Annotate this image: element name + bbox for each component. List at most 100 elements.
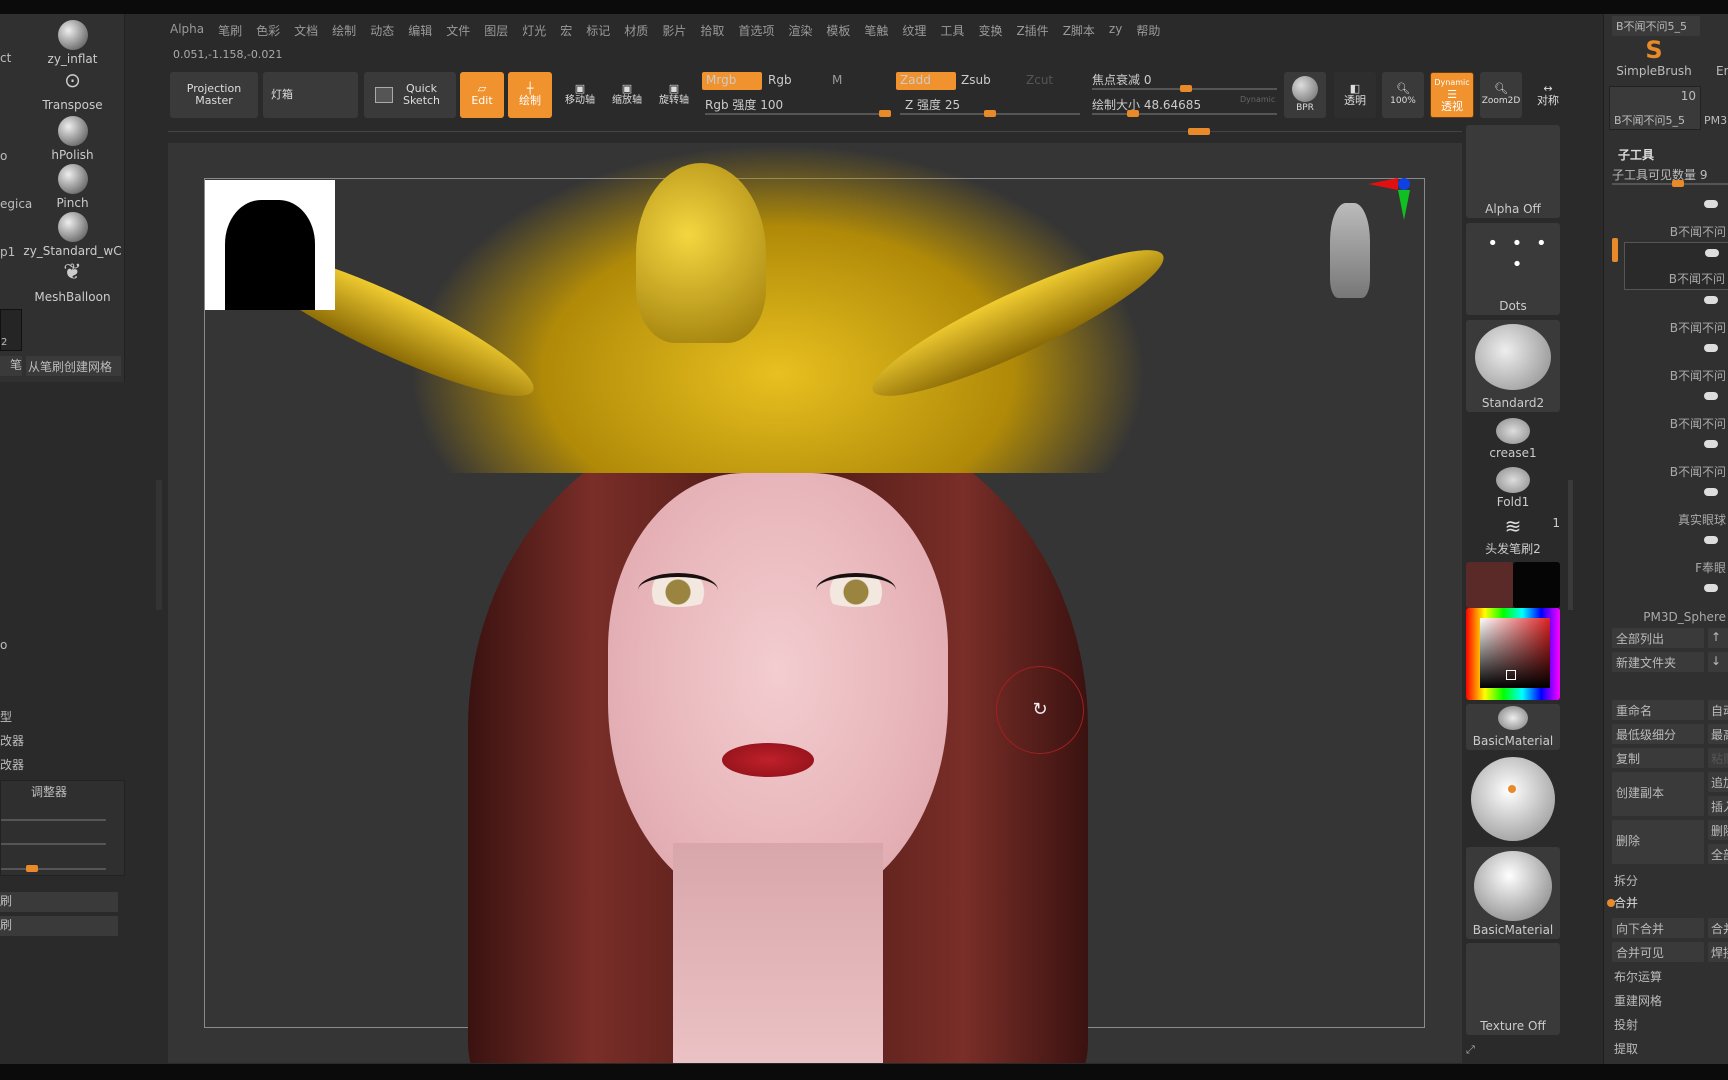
brush-hpolish[interactable]: hPolish	[10, 116, 135, 162]
rgb-intensity-slider[interactable]	[705, 110, 891, 117]
menu-item[interactable]: 拾取	[700, 22, 724, 42]
rename-button[interactable]: 重命名	[1612, 700, 1704, 720]
silhouette-navigator[interactable]	[205, 180, 335, 310]
quick-sketch-button[interactable]: Quick Sketch	[364, 72, 456, 118]
bpr-button[interactable]: BPR	[1284, 72, 1326, 118]
orientation-head-icon[interactable]	[1330, 203, 1370, 298]
menu-item[interactable]: 工具	[940, 22, 964, 42]
subtool-item[interactable]: B不闻不问	[1624, 194, 1728, 242]
extract-section[interactable]: 提取	[1614, 1040, 1638, 1057]
rotate-button[interactable]: ▣ 旋转轴	[652, 72, 696, 118]
delete-other-button[interactable]: 删除	[1708, 820, 1728, 840]
focal-shift-slider[interactable]	[1092, 85, 1277, 92]
subtool-item[interactable]: B不闻不问	[1624, 290, 1728, 338]
menu-item[interactable]: 纹理	[902, 22, 926, 42]
highest-subdivision-button[interactable]: 最高	[1708, 724, 1728, 744]
auto-reorder-button[interactable]: 自动	[1708, 700, 1728, 720]
slider-knob[interactable]	[879, 110, 891, 117]
left-scrollbar[interactable]	[156, 480, 162, 610]
slider-knob[interactable]	[984, 110, 996, 117]
current-tool-slot[interactable]: 10 B不闻不问5_5	[1609, 86, 1701, 130]
delete-button[interactable]: 删除	[1612, 820, 1704, 864]
arrow-up-button[interactable]: ↑	[1708, 628, 1728, 648]
visibility-toggle-icon[interactable]	[1704, 200, 1718, 208]
weld-button[interactable]: 焊接	[1708, 942, 1728, 962]
remesh-section[interactable]: 重建网格	[1614, 992, 1662, 1009]
menu-item[interactable]: 文档	[294, 22, 318, 42]
move-button[interactable]: ▣ 移动轴	[558, 72, 602, 118]
insert-button[interactable]: 插入	[1708, 796, 1728, 816]
lowest-subdivision-button[interactable]: 最低级细分	[1612, 724, 1704, 744]
zadd-button[interactable]: Zadd	[896, 72, 956, 90]
visibility-toggle-icon[interactable]	[1705, 249, 1719, 257]
transparent-button[interactable]: ◧ 透明	[1334, 72, 1376, 118]
subtool-item[interactable]: PM3D_Sphere	[1624, 578, 1728, 626]
right-scrollbar[interactable]	[1568, 480, 1573, 610]
split-section[interactable]: 拆分	[1614, 872, 1638, 889]
zsub-button[interactable]: Zsub	[961, 73, 991, 87]
material-selector[interactable]: BasicMaterial	[1466, 704, 1560, 750]
brush-selector[interactable]: Standard2	[1466, 320, 1560, 412]
draw-button[interactable]: ┼ 绘制	[508, 72, 552, 118]
menu-item[interactable]: 标记	[586, 22, 610, 42]
brush-crease1[interactable]: crease1	[1466, 416, 1560, 462]
menu-item[interactable]: Z插件	[1016, 22, 1048, 42]
timeline-knob[interactable]	[1188, 128, 1210, 135]
slider-knob[interactable]	[26, 865, 38, 872]
visibility-toggle-icon[interactable]	[1704, 536, 1718, 544]
zcut-button[interactable]: Zcut	[1026, 73, 1053, 87]
subtool-item[interactable]: F奉眼	[1624, 530, 1728, 578]
brush-meshballoon[interactable]: ❦ MeshBalloon	[10, 260, 135, 304]
dynamic-label[interactable]: Dynamic	[1240, 95, 1275, 104]
menu-item[interactable]: 变换	[978, 22, 1002, 42]
visible-count-slider[interactable]: 子工具可见数量 9	[1612, 166, 1707, 183]
tool-slot[interactable]: B不闻不问5_5	[1612, 16, 1700, 36]
edit-button[interactable]: ▱ Edit	[460, 72, 504, 118]
menu-item[interactable]: 宏	[560, 22, 572, 42]
merge-down-button[interactable]: 向下合并	[1612, 918, 1704, 938]
axis-gizmo-icon[interactable]	[1368, 178, 1418, 228]
color-picker[interactable]	[1466, 608, 1560, 700]
visibility-toggle-icon[interactable]	[1704, 488, 1718, 496]
boolean-section[interactable]: 布尔运算	[1614, 968, 1662, 985]
menu-item[interactable]: 绘制	[332, 22, 356, 42]
adjuster-slider[interactable]	[1, 819, 106, 821]
fullscreen-icon[interactable]: ⤢	[1466, 1043, 1506, 1059]
menu-item[interactable]: 笔刷	[218, 22, 242, 42]
menu-item[interactable]: 灯光	[522, 22, 546, 42]
m-button[interactable]: M	[832, 73, 842, 87]
arrow-down-button[interactable]: ↓	[1708, 652, 1728, 672]
brush-slot[interactable]: 2	[0, 309, 22, 351]
left-button[interactable]: 刷	[0, 916, 118, 936]
menu-item[interactable]: 帮助	[1136, 22, 1160, 42]
menu-item[interactable]: 色彩	[256, 22, 280, 42]
menu-item[interactable]: 模板	[826, 22, 850, 42]
subtool-item[interactable]: B不闻不问	[1624, 434, 1728, 482]
subtool-title[interactable]: 子工具	[1618, 146, 1654, 163]
copy-button[interactable]: 复制	[1612, 748, 1704, 768]
menu-item[interactable]: 图层	[484, 22, 508, 42]
brush-fold1[interactable]: Fold1	[1466, 465, 1560, 511]
visibility-toggle-icon[interactable]	[1704, 584, 1718, 592]
brush-zy-inflat[interactable]: zy_inflat	[10, 20, 135, 66]
zoom-100-button[interactable]: 🔍︎ 100%	[1382, 72, 1424, 118]
symmetry-button[interactable]: ↔ 对称	[1528, 72, 1568, 118]
new-folder-button[interactable]: 新建文件夹	[1612, 652, 1704, 672]
subtool-item[interactable]: B不闻不问	[1624, 386, 1728, 434]
light-sphere[interactable]	[1466, 753, 1560, 845]
visibility-toggle-icon[interactable]	[1704, 344, 1718, 352]
visibility-toggle-icon[interactable]	[1704, 440, 1718, 448]
menu-item[interactable]: 首选项	[738, 22, 774, 42]
menu-item[interactable]: Alpha	[170, 22, 204, 42]
alpha-selector[interactable]: Alpha Off	[1466, 125, 1560, 218]
menu-item[interactable]: zy	[1109, 22, 1122, 42]
delete-all-button[interactable]: 全部	[1708, 844, 1728, 864]
merge-section[interactable]: 合并	[1614, 894, 1638, 911]
menu-item[interactable]: 笔触	[864, 22, 888, 42]
lightbox-button[interactable]: 灯箱	[263, 72, 358, 118]
menu-item[interactable]: 渲染	[788, 22, 812, 42]
menu-item[interactable]: 影片	[662, 22, 686, 42]
mrgb-button[interactable]: Mrgb	[702, 72, 762, 90]
slider-knob[interactable]	[1672, 180, 1684, 187]
visible-count-track[interactable]	[1612, 180, 1728, 187]
